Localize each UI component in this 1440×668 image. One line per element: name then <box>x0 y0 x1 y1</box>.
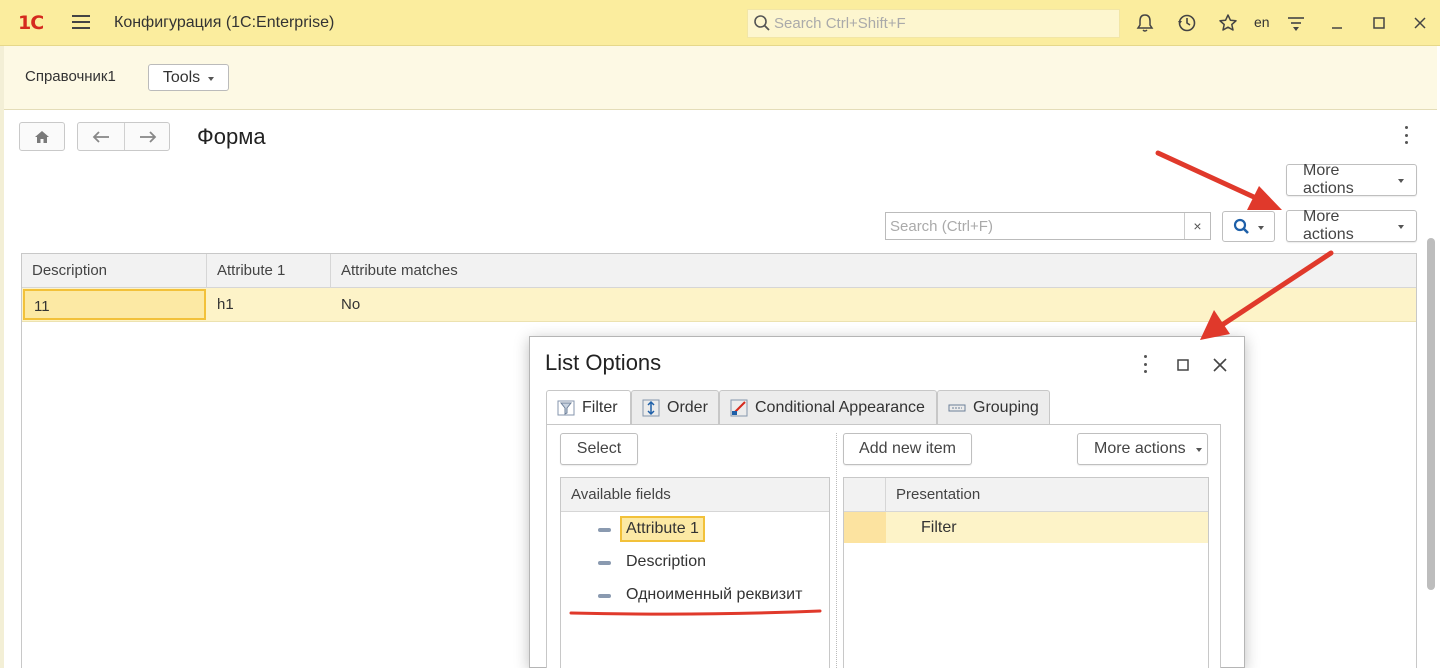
forward-button[interactable] <box>125 123 171 150</box>
column-header-attribute-matches[interactable]: Attribute matches <box>331 254 1416 287</box>
filter-presentation-table: Presentation Filter <box>843 477 1209 668</box>
left-panel-edge <box>0 46 4 668</box>
table-cell-description[interactable]: 11 <box>23 289 206 320</box>
column-header-attribute1[interactable]: Attribute 1 <box>207 254 331 287</box>
annotation-arrow-1 <box>1155 150 1282 210</box>
dialog-more-actions-button[interactable]: More actions <box>1077 433 1208 465</box>
presentation-header-row: Presentation <box>844 478 1208 512</box>
table-cell-attribute1[interactable]: h1 <box>207 288 331 321</box>
available-fields-list: Available fields Attribute 1 Description… <box>560 477 830 668</box>
more-actions-button-list[interactable]: More actions <box>1286 208 1417 243</box>
more-actions-label: More actions <box>1303 208 1354 243</box>
history-icon[interactable] <box>1175 11 1199 35</box>
filter-tab-panel: Select Add new item More actions Availab… <box>546 424 1221 668</box>
more-actions-button-top[interactable]: More actions <box>1286 162 1417 197</box>
maximize-icon[interactable] <box>1367 11 1391 35</box>
list-search-input[interactable]: Search (Ctrl+F) × <box>885 212 1211 240</box>
field-icon <box>598 528 611 532</box>
list-item[interactable]: Attribute 1 <box>561 514 829 544</box>
presentation-checkbox-column <box>844 478 886 511</box>
title-bar: 1С Конфигурация (1С:Enterprise) Search C… <box>0 0 1440 46</box>
search-icon <box>754 15 770 31</box>
close-icon[interactable] <box>1208 353 1232 377</box>
close-icon[interactable] <box>1408 11 1432 35</box>
main-menu-icon[interactable] <box>72 14 90 30</box>
app-title: Конфигурация (1С:Enterprise) <box>114 14 335 31</box>
field-icon <box>598 594 611 598</box>
search-options-button[interactable] <box>1222 211 1275 242</box>
global-search-input[interactable]: Search Ctrl+Shift+F <box>747 9 1120 38</box>
form-title: Форма <box>197 124 266 149</box>
tools-button[interactable]: Tools <box>148 64 229 91</box>
panel-divider[interactable] <box>836 433 837 668</box>
filter-icon <box>557 400 575 416</box>
table-row[interactable]: Filter <box>844 512 1208 543</box>
chevron-down-icon <box>1398 179 1404 183</box>
language-switch[interactable]: en <box>1254 14 1270 30</box>
vertical-scrollbar[interactable] <box>1427 238 1435 590</box>
tab-filter[interactable]: Filter <box>546 390 631 425</box>
global-search-placeholder: Search Ctrl+Shift+F <box>774 15 906 32</box>
form-menu-icon[interactable] <box>1403 126 1409 144</box>
table-header: Description Attribute 1 Attribute matche… <box>22 254 1416 288</box>
presentation-header: Presentation <box>896 486 981 503</box>
tab-order[interactable]: Order <box>631 390 719 424</box>
dialog-menu-icon[interactable] <box>1142 355 1148 373</box>
home-icon <box>35 130 49 143</box>
tab-label: Conditional Appearance <box>755 398 925 416</box>
bell-icon[interactable] <box>1133 11 1157 35</box>
section-link-catalog[interactable]: Справочник1 <box>25 68 116 85</box>
arrow-right-icon <box>140 130 157 143</box>
field-label: Description <box>626 553 707 570</box>
home-button[interactable] <box>19 122 65 151</box>
list-search-placeholder: Search (Ctrl+F) <box>890 218 993 235</box>
arrow-left-icon <box>92 130 109 143</box>
history-nav-group <box>77 122 170 151</box>
chevron-down-icon <box>1258 225 1264 230</box>
list-item[interactable]: Одноименный реквизит <box>561 580 829 610</box>
app-logo: 1С <box>18 12 44 34</box>
select-button[interactable]: Select <box>560 433 638 465</box>
order-icon <box>642 399 660 416</box>
chevron-down-icon <box>208 76 215 81</box>
add-new-item-button[interactable]: Add new item <box>843 433 972 465</box>
chevron-down-icon <box>1195 448 1202 452</box>
table-cell-attribute-matches[interactable]: No <box>331 288 731 321</box>
available-fields-header: Available fields <box>561 478 829 512</box>
grouping-icon <box>948 404 966 411</box>
field-icon <box>598 561 611 565</box>
maximize-icon[interactable] <box>1171 353 1195 377</box>
tab-label: Filter <box>582 399 618 416</box>
presentation-cell: Filter <box>921 519 957 536</box>
more-actions-label: More actions <box>1303 162 1354 197</box>
appearance-icon <box>730 399 748 416</box>
row-marker-cell[interactable] <box>844 512 886 543</box>
section-bar: Справочник1 Tools <box>4 46 1437 110</box>
more-actions-label: More actions <box>1094 440 1186 457</box>
column-header-description[interactable]: Description <box>22 254 207 287</box>
list-options-dialog: List Options Filter Order Conditional Ap… <box>529 336 1245 668</box>
tab-grouping[interactable]: Grouping <box>937 390 1050 424</box>
tools-button-label: Tools <box>162 68 201 86</box>
minimize-icon[interactable] <box>1325 11 1349 35</box>
star-icon[interactable] <box>1216 11 1240 35</box>
chevron-down-icon <box>1398 225 1404 229</box>
field-label: Одноименный реквизит <box>626 586 803 603</box>
field-label: Attribute 1 <box>620 516 705 542</box>
search-icon <box>1233 218 1249 234</box>
tab-label: Order <box>667 398 708 416</box>
menu-funnel-icon[interactable] <box>1284 11 1308 35</box>
tab-conditional-appearance[interactable]: Conditional Appearance <box>719 390 937 424</box>
tab-label: Grouping <box>973 398 1039 416</box>
list-item[interactable]: Description <box>561 547 829 577</box>
clear-search-icon[interactable]: × <box>1184 213 1210 239</box>
table-row[interactable]: 11 h1 No <box>22 288 1416 322</box>
back-button[interactable] <box>78 123 124 150</box>
dialog-title: List Options <box>545 350 662 375</box>
